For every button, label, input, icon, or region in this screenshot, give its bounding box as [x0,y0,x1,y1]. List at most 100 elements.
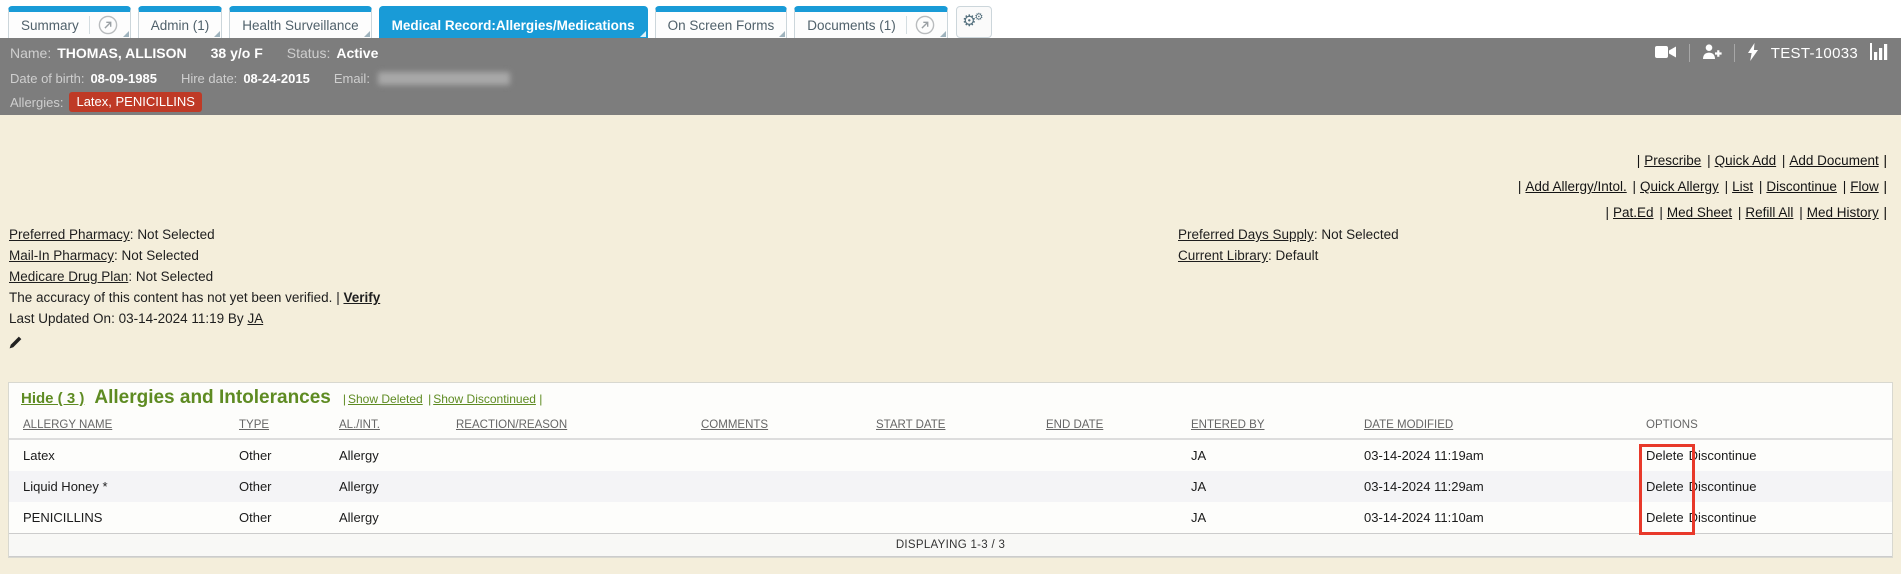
hide-link[interactable]: Hide ( 3 ) [21,390,84,407]
cell-al-int: Allergy [325,471,442,502]
tab-medical-record-allergies-medications[interactable]: Medical Record:Allergies/Medications [379,6,648,38]
mail-in-pharmacy-value: Not Selected [122,248,199,263]
dob-label: Date of birth: [10,71,84,86]
video-call-icon[interactable] [1655,44,1677,63]
tab-documents[interactable]: Documents (1) [794,6,948,38]
col-date-modified[interactable]: DATE MODIFIED [1364,419,1453,431]
open-in-new-icon[interactable] [915,15,935,35]
tab-summary[interactable]: Summary [8,6,131,38]
divider [1689,44,1690,62]
col-reaction-reason[interactable]: REACTION/REASON [456,419,567,431]
discontinue-row-link[interactable]: Discontinue [1689,479,1757,494]
refill-all-link[interactable]: Refill All [1738,205,1794,220]
col-entered-by[interactable]: ENTERED BY [1191,419,1265,431]
col-options: OPTIONS [1646,419,1698,431]
table-row: Liquid Honey * Other Allergy JA 03-14-20… [9,471,1892,502]
cell-type: Other [225,471,325,502]
action-links-row-2: Add Allergy/Intol. Quick Allergy List Di… [1517,174,1887,200]
col-al-int[interactable]: AL./INT. [339,419,380,431]
cell-start-date [862,471,1032,502]
show-discontinued-link[interactable]: Show Discontinued [426,392,536,406]
settings-button[interactable]: ⚙⚙ [956,6,992,38]
table-header-row: ALLERGY NAME TYPE AL./INT. REACTION/REAS… [9,414,1892,439]
patient-name: THOMAS, ALLISON [57,45,186,61]
patient-age-sex: 38 y/o F [211,45,263,61]
preferred-days-supply-link[interactable]: Preferred Days Supply [1178,227,1314,242]
show-deleted-link[interactable]: Show Deleted [341,392,423,406]
cell-type: Other [225,439,325,471]
delete-link[interactable]: Delete [1646,448,1684,463]
verify-line: The accuracy of this content has not yet… [9,287,380,308]
col-allergy-name[interactable]: ALLERGY NAME [23,419,112,431]
tab-label: Summary [21,18,79,33]
bar-chart-icon[interactable] [1870,43,1889,63]
name-label: Name: [10,45,51,61]
col-start-date[interactable]: START DATE [876,419,945,431]
hire-date-label: Hire date: [181,71,237,86]
col-comments[interactable]: COMMENTS [701,419,768,431]
gears-icon: ⚙⚙ [962,13,985,31]
action-links: Prescribe Quick Add Add Document Add All… [1517,148,1887,226]
col-end-date[interactable]: END DATE [1046,419,1103,431]
allergies-label: Allergies: [10,95,63,110]
cell-reaction [442,502,687,533]
preferred-days-supply-value: Not Selected [1321,227,1398,242]
cell-entered-by: JA [1177,439,1350,471]
med-sheet-link[interactable]: Med Sheet [1659,205,1732,220]
patient-hire-date: 08-24-2015 [243,71,310,86]
tab-label: Medical Record:Allergies/Medications [392,18,635,33]
prescribe-link[interactable]: Prescribe [1637,153,1702,168]
quick-allergy-link[interactable]: Quick Allergy [1633,179,1719,194]
cell-comments [687,502,862,533]
tab-label: Health Surveillance [242,18,358,33]
show-links: Show Deleted Show Discontinued [341,392,543,406]
cell-allergy-name: Liquid Honey * [9,471,225,502]
tab-health-surveillance[interactable]: Health Surveillance [229,6,371,38]
tab-label: Documents (1) [807,18,896,33]
patient-id: TEST-10033 [1771,45,1858,62]
lightning-icon[interactable] [1747,43,1759,64]
preferred-pharmacy-link[interactable]: Preferred Pharmacy [9,227,130,242]
allergies-badge[interactable]: Latex, PENICILLINS [69,92,202,112]
patient-status: Active [336,45,378,61]
med-history-link[interactable]: Med History [1799,205,1879,220]
tab-admin[interactable]: Admin (1) [138,6,223,38]
discontinue-row-link[interactable]: Discontinue [1689,510,1757,525]
medicare-drug-plan-value: Not Selected [136,269,213,284]
add-allergy-intol-link[interactable]: Add Allergy/Intol. [1518,179,1627,194]
mail-in-pharmacy-link[interactable]: Mail-In Pharmacy [9,248,114,263]
cell-end-date [1032,502,1177,533]
delete-link[interactable]: Delete [1646,510,1684,525]
current-library-value: Default [1276,248,1319,263]
tab-on-screen-forms[interactable]: On Screen Forms [655,6,788,38]
cell-start-date [862,502,1032,533]
list-link[interactable]: List [1725,179,1754,194]
cell-entered-by: JA [1177,471,1350,502]
current-library-link[interactable]: Current Library [1178,248,1268,263]
edit-icon[interactable] [9,334,22,355]
discontinue-row-link[interactable]: Discontinue [1689,448,1757,463]
medicare-drug-plan-link[interactable]: Medicare Drug Plan [9,269,128,284]
add-user-icon[interactable] [1702,43,1722,63]
last-updated-line: Last Updated On: 03-14-2024 11:19 By JA [9,308,380,329]
cell-al-int: Allergy [325,502,442,533]
cell-date-modified: 03-14-2024 11:19am [1350,439,1632,471]
flow-link[interactable]: Flow [1843,179,1879,194]
col-type[interactable]: TYPE [239,419,269,431]
preferred-pharmacy-line: Preferred PharmacyNot Selected [9,224,380,245]
open-in-new-icon[interactable] [98,15,118,35]
delete-link[interactable]: Delete [1646,479,1684,494]
tab-label: On Screen Forms [668,18,775,33]
medicare-drug-plan-line: Medicare Drug Plan Not Selected [9,266,380,287]
verify-link[interactable]: Verify [343,290,380,305]
add-document-link[interactable]: Add Document [1782,153,1879,168]
tab-label: Admin (1) [151,18,210,33]
cell-reaction [442,439,687,471]
tab-divider [906,16,907,34]
email-redacted [378,72,510,85]
quick-add-link[interactable]: Quick Add [1707,153,1776,168]
last-updated-by-link[interactable]: JA [247,311,263,326]
discontinue-link[interactable]: Discontinue [1759,179,1837,194]
status-label: Status: [287,45,331,61]
pat-ed-link[interactable]: Pat.Ed [1606,205,1654,220]
